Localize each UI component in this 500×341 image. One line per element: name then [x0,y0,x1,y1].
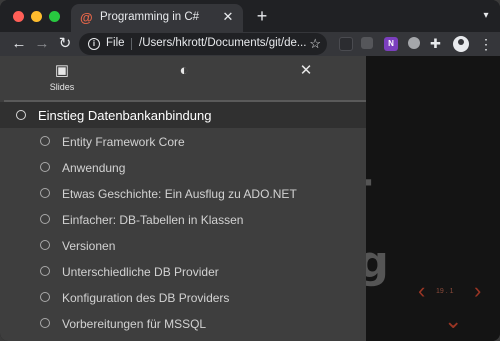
window-maximize-button[interactable] [49,11,60,22]
presentation-slide: k- ng 19 . 1 ‹ › ⌄ [366,56,500,341]
tab-close-icon[interactable]: ✕ [221,10,235,24]
window-minimize-button[interactable] [31,11,42,22]
toc-item-label: Einstieg Datenbankanbindung [38,108,212,123]
prev-slide-chevron-icon[interactable]: ‹ [418,280,425,302]
radio-icon [40,266,50,276]
toc-item[interactable]: Konfiguration des DB Providers [0,284,366,310]
radio-icon [40,214,50,224]
slides-icon: ▣ [54,62,70,79]
bookmark-star-icon[interactable]: ☆ [309,36,321,52]
radio-icon [40,162,50,172]
reload-button[interactable]: ↻ [56,35,74,53]
next-slide-chevron-icon[interactable]: › [474,280,481,302]
toc-item-label: Entity Framework Core [62,135,185,149]
slides-menu-panel: ▣ Slides ◐ ✕ Einstieg Datenbankanbindung [0,56,366,341]
toc-item-label: Etwas Geschichte: Ein Ausflug zu ADO.NET [62,187,297,201]
browser-toolbar: ← → ↻ i File /Users/hkrott/Documents/git… [0,32,500,56]
tab-title: Programming in C# [100,11,200,23]
toc-item[interactable]: Vorbereitungen für MSSQL [0,310,366,336]
onenote-icon[interactable]: N [384,37,398,51]
extensions-puzzle-icon[interactable]: ✚ [430,36,441,52]
address-separator [131,38,132,50]
toc-item-label: Einfacher: DB-Tabellen in Klassen [62,213,244,227]
toc-item-label: Anwendung [62,161,126,175]
close-panel-button[interactable]: ✕ [266,62,346,80]
radio-icon [40,188,50,198]
toc-item[interactable]: Einstieg Datenbankanbindung [0,102,366,128]
tab-strip: @ Programming in C# ✕ + ▾ [0,0,500,32]
toc-item-label: Unterschiedliche DB Provider [62,265,219,279]
slide-title-fragment: k- ng [366,155,389,288]
browser-window: @ Programming in C# ✕ + ▾ ← → ↻ i File /… [0,0,500,341]
extension-icon[interactable] [408,37,420,49]
extension-icon[interactable] [361,37,373,49]
panel-toolbar: ▣ Slides ◐ ✕ [0,56,366,100]
info-icon[interactable]: i [88,38,100,50]
profile-avatar-icon[interactable] [453,36,469,52]
slide-number: 19 . 1 [436,288,454,295]
page-content: k- ng 19 . 1 ‹ › ⌄ ▣ Slides ◐ ✕ [0,56,500,341]
url-text[interactable]: /Users/hkrott/Documents/git/de... [139,37,307,49]
scheme-label: File [106,37,125,49]
forward-button[interactable]: → [33,35,51,53]
down-slide-chevron-icon[interactable]: ⌄ [444,310,462,332]
tab-favicon-icon: @ [80,10,93,25]
browser-tab[interactable]: @ Programming in C# ✕ [71,4,243,32]
toc-item[interactable]: Etwas Geschichte: Ein Ausflug zu ADO.NET [0,180,366,206]
radio-icon [40,292,50,302]
radio-icon [40,318,50,328]
toc-item[interactable]: Einfacher: DB-Tabellen in Klassen [0,206,366,232]
window-close-button[interactable] [13,11,24,22]
tab-search-chevron-icon[interactable]: ▾ [480,10,492,22]
toc-item-label: Versionen [62,239,116,253]
radio-icon [40,136,50,146]
extension-icon[interactable] [339,37,353,51]
theme-icon: ◐ [179,62,189,79]
toc-item[interactable]: Unterschiedliche DB Provider [0,258,366,284]
browser-menu-icon[interactable]: ⋮ [479,35,493,53]
toc-item-label: Konfiguration des DB Providers [62,291,230,305]
toc-item-label: Vorbereitungen für MSSQL [62,317,207,331]
toc-item[interactable]: Anwendung [0,154,366,180]
slides-tab[interactable]: ▣ Slides [22,62,102,92]
close-icon: ✕ [299,62,313,79]
toc-item[interactable]: Versionen [0,232,366,258]
address-bar[interactable]: i File /Users/hkrott/Documents/git/de...… [79,33,327,55]
toc-item[interactable]: Entity Framework Core [0,128,366,154]
slides-tab-label: Slides [49,82,75,92]
theme-tab[interactable]: ◐ [144,62,224,80]
radio-icon [40,240,50,250]
radio-icon [16,110,26,120]
back-button[interactable]: ← [10,35,28,53]
new-tab-button[interactable]: + [254,7,270,25]
